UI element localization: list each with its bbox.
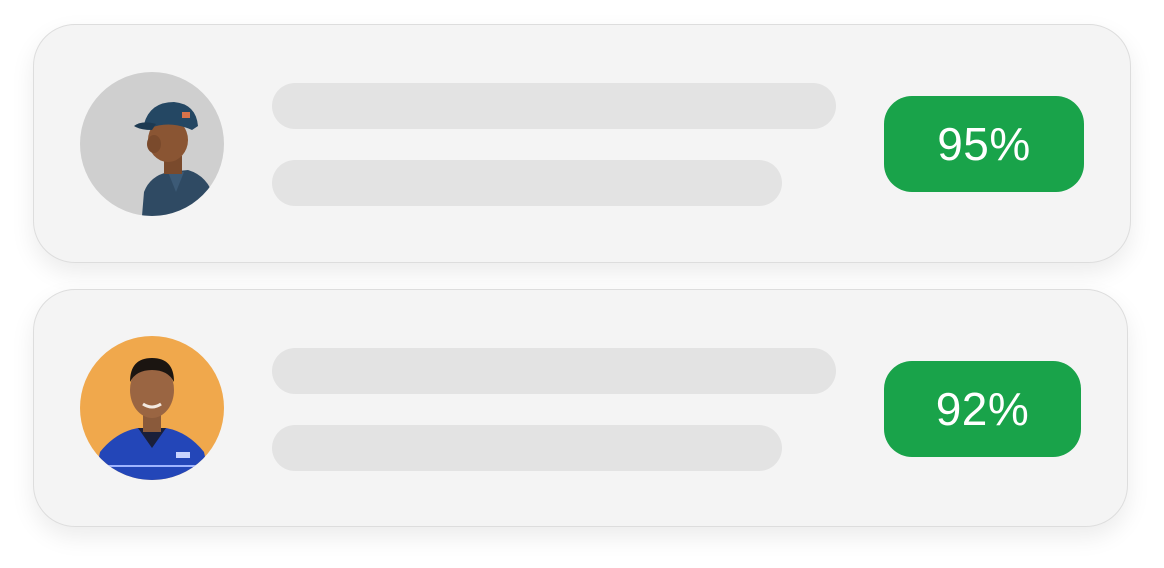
skeleton-line bbox=[272, 160, 782, 206]
candidate-card[interactable]: 92% bbox=[33, 289, 1128, 527]
candidate-card[interactable]: 95% bbox=[33, 24, 1131, 263]
match-score-badge: 92% bbox=[884, 361, 1081, 457]
person-photo-icon bbox=[80, 336, 224, 480]
skeleton-line bbox=[272, 348, 836, 394]
person-photo-icon bbox=[80, 72, 224, 216]
avatar bbox=[80, 336, 224, 480]
avatar bbox=[80, 72, 224, 216]
skeleton-line bbox=[272, 83, 836, 129]
match-score-badge: 95% bbox=[884, 96, 1084, 192]
skeleton-line bbox=[272, 425, 782, 471]
